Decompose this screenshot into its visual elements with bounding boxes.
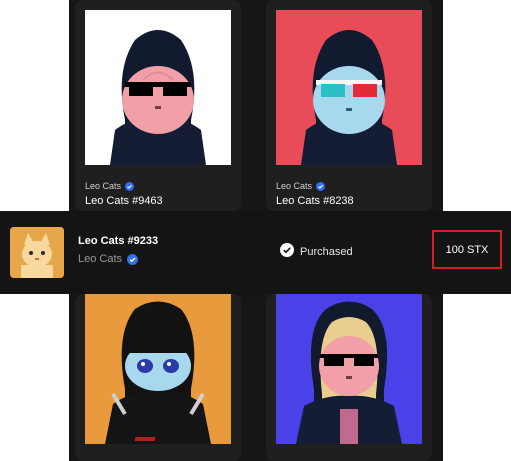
hooded-cat-3d-glasses-art <box>301 30 397 165</box>
status-text: Purchased <box>300 245 353 258</box>
nft-card-bottom-left[interactable] <box>75 294 241 461</box>
nft-image <box>85 294 231 444</box>
hooded-cat-gold-hood-art <box>296 301 402 444</box>
purchased-nft-name: Leo Cats #9233 <box>78 235 159 247</box>
purchase-notification-bar: Leo Cats #9233 Leo Cats Purchased 100 ST… <box>0 211 511 294</box>
purchased-collection-label: Leo Cats <box>78 253 139 265</box>
nft-name: Leo Cats #8238 <box>276 195 354 207</box>
price-highlight: 100 STX <box>432 230 502 269</box>
collection-name: Leo Cats <box>85 181 122 191</box>
nft-image <box>276 10 422 165</box>
check-circle-icon <box>280 243 294 260</box>
verified-icon <box>127 253 139 265</box>
nft-image <box>276 294 422 444</box>
collection-name: Leo Cats <box>78 253 123 265</box>
nft-card-9463[interactable]: Leo Cats Leo Cats #9463 <box>75 0 241 211</box>
nft-image <box>85 10 231 165</box>
nft-name: Leo Cats #9463 <box>85 195 163 207</box>
collection-name: Leo Cats <box>276 181 313 191</box>
orange-cat-thumbnail-art <box>10 227 64 278</box>
nft-thumbnail[interactable] <box>10 227 64 278</box>
purchase-status: Purchased <box>280 243 353 260</box>
price-label: 100 STX <box>445 243 489 256</box>
verified-icon <box>125 181 135 191</box>
collection-label: Leo Cats <box>276 181 326 191</box>
hooded-cat-ninja-art <box>105 301 211 444</box>
nft-card-bottom-right[interactable] <box>266 294 432 461</box>
verified-icon <box>316 181 326 191</box>
hooded-cat-sunglasses-art <box>110 30 206 165</box>
collection-label: Leo Cats <box>85 181 135 191</box>
nft-card-8238[interactable]: Leo Cats Leo Cats #8238 <box>266 0 432 211</box>
